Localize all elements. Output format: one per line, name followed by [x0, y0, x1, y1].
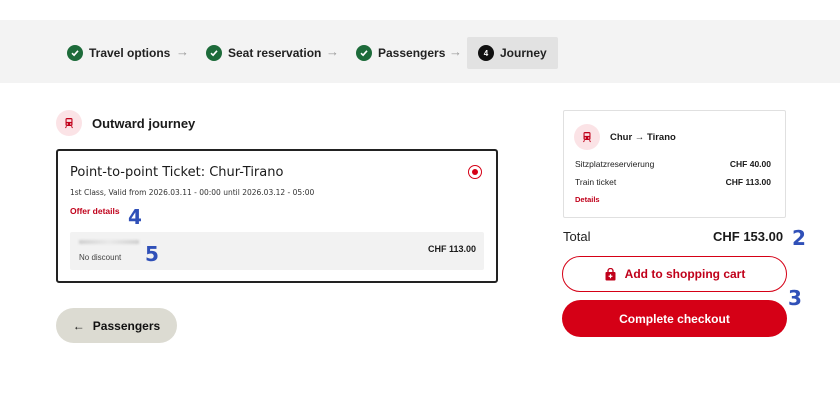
fare-row: No discount CHF 113.00	[70, 232, 484, 270]
step-passengers[interactable]: Passengers	[356, 37, 445, 69]
train-icon	[56, 110, 82, 136]
step-travel-options[interactable]: Travel options	[67, 37, 170, 69]
summary-line-label: Sitzplatzreservierung	[575, 159, 655, 169]
button-label: Add to shopping cart	[624, 267, 746, 281]
step-label: Travel options	[89, 46, 171, 60]
step-journey: 4 Journey	[467, 37, 558, 69]
total-value: CHF 153.00	[713, 229, 784, 244]
annotation-marker: 4	[128, 205, 142, 229]
summary-line-value: CHF 40.00	[729, 159, 771, 169]
check-icon	[356, 45, 372, 61]
summary-line-label: Train ticket	[575, 177, 617, 187]
outward-journey-header: Outward journey	[56, 110, 195, 136]
fare-discount: No discount	[79, 253, 122, 262]
progress-stepper: Travel options → Seat reservation → Pass…	[0, 20, 840, 83]
offer-title: Point-to-point Ticket: Chur-Tirano	[70, 165, 284, 180]
train-icon	[574, 124, 600, 150]
button-label: Passengers	[92, 318, 161, 333]
offer-radio-selected[interactable]	[468, 165, 482, 179]
step-number-badge: 4	[478, 45, 494, 61]
step-separator-arrow: →	[449, 44, 462, 59]
fare-price: CHF 113.00	[427, 244, 476, 254]
summary-details-link[interactable]: Details	[575, 195, 600, 204]
summary-line-value: CHF 113.00	[725, 177, 771, 187]
shopping-bag-icon	[605, 267, 616, 280]
step-label: Passengers	[378, 46, 446, 60]
back-to-passengers-button[interactable]: ← Passengers	[56, 308, 177, 343]
step-label: Journey	[500, 46, 547, 60]
redacted-passenger-name	[79, 240, 139, 244]
arrow-left-icon: ←	[72, 318, 85, 333]
button-label: Complete checkout	[619, 311, 730, 326]
complete-checkout-button[interactable]: Complete checkout	[562, 300, 787, 337]
step-separator-arrow: →	[176, 44, 189, 59]
summary-route: Chur → Tirano	[610, 131, 676, 143]
offer-validity: 1st Class, Valid from 2026.03.11 - 00:00…	[70, 188, 315, 197]
annotation-marker: 3	[788, 286, 802, 310]
annotation-marker: 5	[145, 242, 159, 266]
add-to-cart-button[interactable]: Add to shopping cart	[562, 256, 787, 292]
check-icon	[67, 45, 83, 61]
offer-details-link[interactable]: Offer details	[70, 206, 120, 216]
annotation-marker: 2	[792, 226, 806, 250]
radio-dot	[472, 169, 478, 175]
step-label: Seat reservation	[228, 46, 322, 60]
total-label: Total	[563, 229, 591, 244]
price-summary-card: Chur → Tirano Sitzplatzreservierung CHF …	[563, 110, 786, 218]
summary-header: Chur → Tirano	[574, 124, 676, 150]
section-title: Outward journey	[92, 115, 196, 131]
offer-card[interactable]: Point-to-point Ticket: Chur-Tirano 1st C…	[56, 149, 498, 283]
step-seat-reservation[interactable]: Seat reservation	[206, 37, 321, 69]
check-icon	[206, 45, 222, 61]
step-separator-arrow: →	[326, 44, 339, 59]
